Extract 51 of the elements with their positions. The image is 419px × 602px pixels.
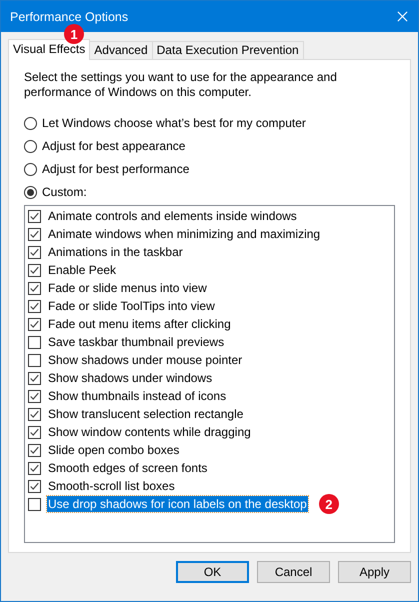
description-text: Select the settings you want to use for the appearance and performance of Windows on this computer. [24,70,338,100]
list-item[interactable]: Fade or slide ToolTips into view [47,298,216,314]
list-item[interactable]: Animations in the taskbar [47,244,184,260]
list-item[interactable]: Show thumbnails instead of icons [47,388,228,404]
tab[interactable]: Data Execution Prevention [152,41,304,59]
window-title: Performance Options [10,10,128,24]
list-item[interactable]: Fade out menu items after clicking [47,316,232,332]
list-item[interactable]: Show translucent selection rectangle [47,406,244,422]
radio-button[interactable] [24,162,37,176]
radio-button[interactable] [24,186,37,198]
list-item[interactable]: Smooth edges of screen fonts [47,460,208,476]
checkbox[interactable] [28,210,41,222]
list-item[interactable]: Animate controls and elements inside windows [47,208,298,224]
tab[interactable]: Visual Effects [8,39,90,60]
checkbox[interactable] [28,408,41,420]
checkbox[interactable] [28,318,41,330]
checkbox[interactable] [28,390,41,402]
checkbox[interactable] [28,300,41,312]
dialog-button[interactable]: Cancel [257,561,330,583]
dialog-button[interactable]: Apply [338,561,411,583]
dialog-button[interactable]: OK [176,561,249,583]
list-item[interactable]: Slide open combo boxes [47,442,180,458]
checkbox[interactable] [28,354,41,366]
list-item[interactable]: Smooth-scroll list boxes [47,478,176,494]
radio-label: Adjust for best appearance [42,139,186,153]
list-item[interactable]: Show shadows under mouse pointer [47,352,244,368]
radio-label: Let Windows choose what’s best for my computer [42,116,306,130]
checkbox[interactable] [28,372,41,384]
close-icon[interactable] [397,11,408,22]
checkbox[interactable] [28,426,41,438]
checkbox[interactable] [28,282,41,294]
radio-label: Adjust for best performance [42,162,190,176]
checkbox[interactable] [28,462,41,474]
list-item[interactable]: Animate windows when minimizing and maximizing [47,226,322,242]
list-item[interactable]: Enable Peek [47,262,118,278]
list-item[interactable]: Fade or slide menus into view [47,280,208,296]
checkbox[interactable] [28,498,41,510]
checkbox[interactable] [28,246,41,258]
checkbox[interactable] [28,264,41,276]
checkbox[interactable] [28,480,41,492]
list-item[interactable]: Show window contents while dragging [47,424,252,440]
checkbox[interactable] [28,336,41,348]
checkbox[interactable] [28,228,41,240]
radio-button[interactable] [24,140,37,152]
radio-label: Custom: [42,185,87,199]
radio-button[interactable] [24,116,37,130]
list-item[interactable]: Save taskbar thumbnail previews [47,334,226,350]
number-badge: 2 [318,494,339,514]
list-item[interactable]: Use drop shadows for icon labels on the desktop [47,496,308,512]
checkbox[interactable] [28,444,41,456]
list-item[interactable]: Show shadows under windows [47,370,214,386]
